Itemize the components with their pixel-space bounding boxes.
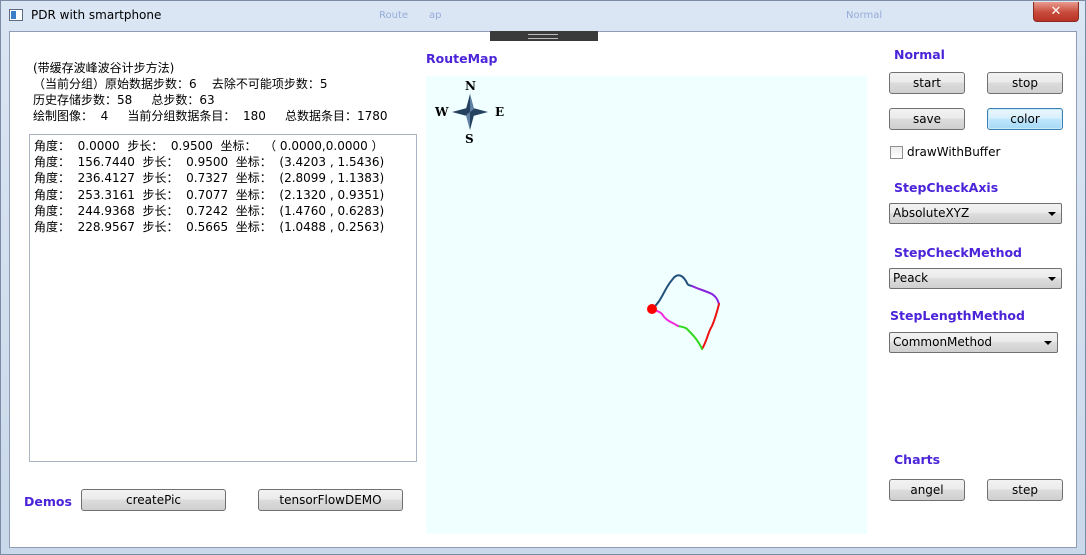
panel-grab-handle[interactable]: [490, 31, 598, 41]
log-line: 角度： 236.4127 步长： 0.7327 坐标： (2.8099 , 1.…: [34, 171, 385, 186]
title-ghost-text: ap: [429, 10, 442, 21]
save-button[interactable]: save: [889, 108, 965, 130]
method-info: (带缓存波峰波谷计步方法): [33, 61, 175, 75]
step-check-method-select[interactable]: Peack: [889, 268, 1062, 289]
start-point: [647, 304, 657, 314]
log-line: 角度： 0.0000 步长： 0.9500 坐标： （ 0.0000,0.000…: [34, 139, 384, 153]
log-line: 角度： 156.7440 步长： 0.9500 坐标： (3.4203 , 1.…: [34, 155, 385, 170]
stop-button[interactable]: stop: [987, 72, 1063, 94]
angel-chart-button[interactable]: angel: [889, 479, 965, 501]
route-segment: [651, 274, 693, 310]
history-steps: 历史存储步数：58 总步数：63: [33, 93, 215, 107]
step-length-method-value: CommonMethod: [893, 335, 993, 349]
title-ghost-text: Normal: [846, 10, 883, 21]
chevron-down-icon: [1044, 341, 1052, 345]
chevron-down-icon: [1048, 277, 1056, 281]
app-window: PDR with smartphone Route ap Normal ✕ (带…: [0, 0, 1086, 555]
log-line: 角度： 253.3161 步长： 0.7077 坐标： (2.1320 , 0.…: [34, 187, 385, 202]
color-button[interactable]: color: [987, 108, 1063, 130]
charts-label: Charts: [894, 452, 941, 467]
close-button[interactable]: ✕: [1033, 2, 1079, 22]
compass-n: N: [465, 79, 476, 93]
route-path: [647, 274, 720, 350]
compass-icon: N S E W: [434, 79, 504, 146]
step-check-method-value: Peack: [893, 271, 929, 285]
routemap-label: RouteMap: [426, 51, 498, 66]
draw-stats: 绘制图像： 4 当前分组数据条目： 180 总数据条目：1780: [33, 109, 388, 123]
route-map-svg: N S E W: [434, 79, 720, 350]
title-ghost-text: Route: [379, 10, 409, 21]
compass-s: S: [465, 132, 474, 146]
title-bar[interactable]: PDR with smartphone Route ap Normal ✕: [1, 1, 1085, 31]
window-title: PDR with smartphone: [31, 8, 162, 22]
route-segment: [701, 303, 720, 350]
route-segment: [691, 285, 720, 305]
step-check-axis-value: AbsoluteXYZ: [893, 206, 970, 220]
normal-label: Normal: [894, 47, 945, 62]
create-pic-button[interactable]: createPic: [81, 489, 226, 511]
step-check-axis-label: StepCheckAxis: [894, 180, 999, 195]
log-line: 角度： 228.9567 步长： 0.5665 坐标： (1.0488 , 0.…: [34, 220, 385, 235]
step-check-axis-select[interactable]: AbsoluteXYZ: [889, 203, 1062, 224]
step-log-textbox[interactable]: 角度： 0.0000 步长： 0.9500 坐标： （ 0.0000,0.000…: [29, 134, 417, 462]
step-chart-button[interactable]: step: [987, 479, 1063, 501]
step-check-method-label: StepCheckMethod: [894, 245, 1023, 260]
draw-with-buffer-label: drawWithBuffer: [907, 145, 1001, 159]
route-segment: [677, 325, 703, 350]
start-button[interactable]: start: [889, 72, 965, 94]
step-length-method-select[interactable]: CommonMethod: [889, 332, 1058, 353]
app-icon: [9, 9, 23, 21]
tensorflow-demo-button[interactable]: tensorFlowDEMO: [258, 489, 403, 511]
compass-e: E: [495, 105, 504, 119]
route-map-canvas[interactable]: N S E W: [426, 76, 867, 534]
step-counts: （当前分组）原始数据步数：6 去除不可能项步数：5: [33, 77, 328, 91]
log-line: 角度： 244.9368 步长： 0.7242 坐标： (1.4760 , 0.…: [34, 203, 385, 218]
compass-w: W: [434, 105, 449, 119]
demos-label: Demos: [24, 494, 72, 509]
chevron-down-icon: [1048, 212, 1056, 216]
draw-with-buffer-checkbox[interactable]: [890, 146, 903, 159]
step-length-method-label: StepLengthMethod: [890, 308, 1025, 323]
